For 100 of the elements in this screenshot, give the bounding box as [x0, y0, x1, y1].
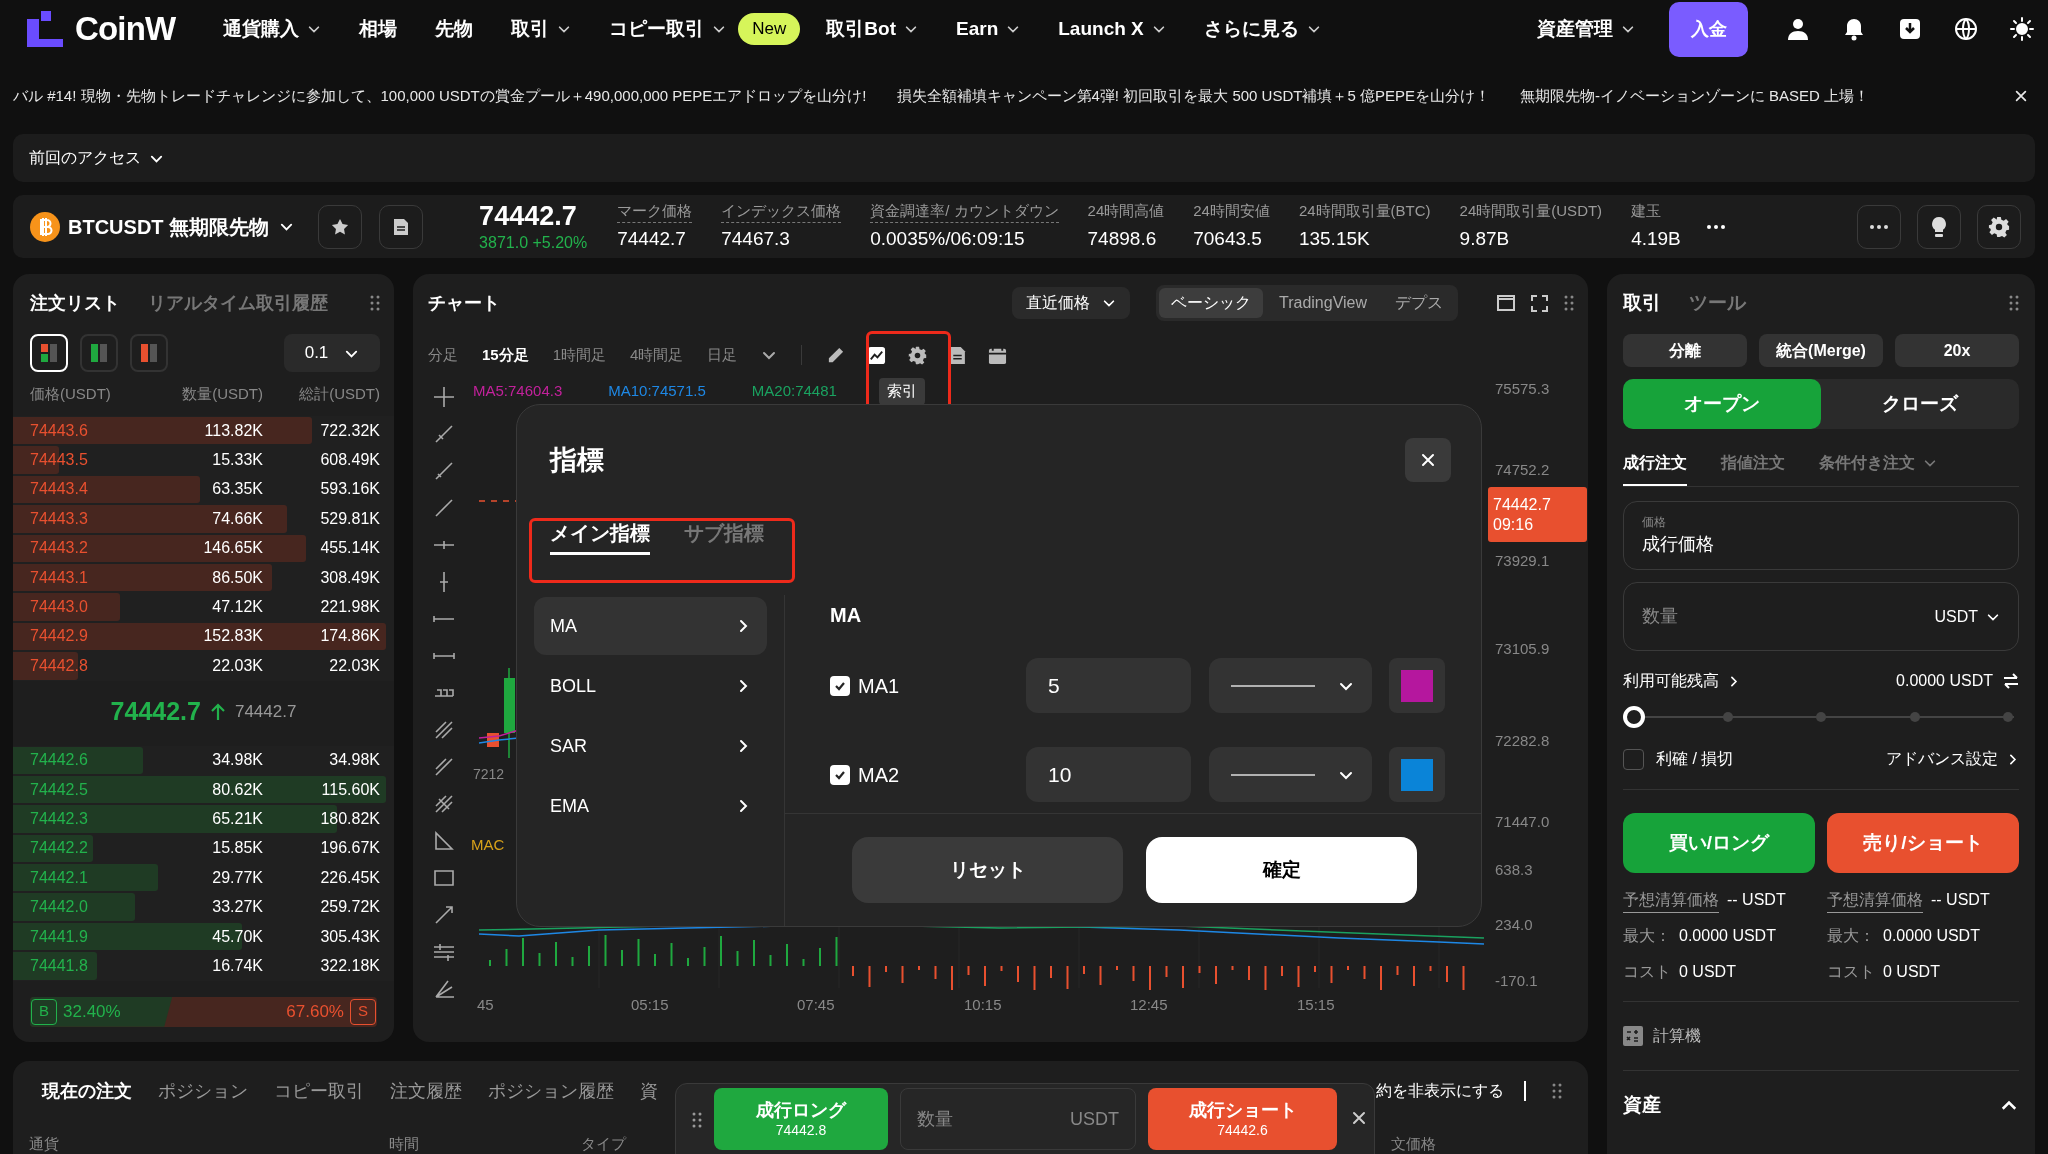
- indicator-item[interactable]: EMA: [534, 777, 767, 835]
- side-tab[interactable]: クローズ: [1821, 379, 2019, 429]
- chart-view-tab[interactable]: TradingView: [1267, 288, 1380, 318]
- quantity-cell-text: 113.82K: [203, 420, 263, 441]
- balance-link[interactable]: 利用可能残高: [1623, 669, 1740, 693]
- panel-tab[interactable]: 取引: [1623, 288, 1661, 318]
- y-axis-label: 73929.1: [1495, 551, 1550, 571]
- stat-label: 24時間取引量(USDT): [1459, 200, 1603, 221]
- period-input[interactable]: 5: [1026, 658, 1191, 713]
- price-cell[interactable]: 74443.5: [13, 448, 153, 473]
- indicator-item[interactable]: SAR: [534, 717, 767, 775]
- quantity-cell-text: 146.65K: [202, 538, 263, 559]
- reset-button[interactable]: リセット: [852, 837, 1123, 903]
- stat-label[interactable]: インデックス価格: [721, 199, 842, 223]
- quantity-field[interactable]: 数量 USDT: [1623, 582, 2019, 651]
- orders-tab[interactable]: 注文履歴: [390, 1077, 462, 1105]
- orders-tab[interactable]: 現在の注文: [42, 1077, 132, 1105]
- column-header: 価格(USDT): [29, 383, 112, 404]
- indicator-item[interactable]: BOLL: [534, 657, 767, 715]
- hide-other-label[interactable]: 約を非表示にする: [1376, 1079, 1504, 1103]
- price-cell[interactable]: 74441.9: [13, 924, 153, 949]
- nav-link[interactable]: 通貨購入: [211, 14, 334, 44]
- price-cell[interactable]: 74442.0: [13, 895, 153, 920]
- nav-link[interactable]: Earn: [944, 14, 1033, 44]
- quantity-field[interactable]: 数量 USDT: [900, 1088, 1136, 1150]
- orders-tab[interactable]: コピー取引: [274, 1077, 364, 1105]
- nav-link[interactable]: Launch X: [1046, 14, 1178, 44]
- stat-label: 24時間安値: [1193, 200, 1270, 221]
- interval-tab[interactable]: 15分足: [482, 343, 529, 367]
- quantity-cell-text: 74.66K: [211, 508, 263, 529]
- recent-access-bar[interactable]: 前回のアクセス: [13, 134, 2035, 182]
- nav-link[interactable]: 資産管理: [1537, 14, 1635, 44]
- sell-ratio: 67.60%: [286, 1000, 344, 1023]
- calculator-link[interactable]: 計算機: [1653, 1024, 1701, 1048]
- price-cell[interactable]: 74442.2: [13, 836, 153, 861]
- nav-link[interactable]: 先物: [423, 14, 486, 44]
- interval-tab[interactable]: 4時間足: [630, 343, 684, 367]
- symbol-selector[interactable]: BTCUSDT 無期限先物: [68, 211, 295, 242]
- logo-text[interactable]: CoinW: [75, 4, 176, 54]
- price-cell[interactable]: 74443.3: [13, 506, 153, 531]
- interval-tab[interactable]: 分足: [428, 343, 458, 367]
- margin-mode-button[interactable]: 統合(Merge): [1759, 334, 1883, 367]
- deposit-button[interactable]: 入金: [1669, 1, 1748, 57]
- price-cell[interactable]: 74441.8: [13, 953, 153, 978]
- tp-sl-label: 利確 / 損切: [1656, 749, 1734, 769]
- period-input[interactable]: 10: [1026, 747, 1191, 802]
- stat-label[interactable]: 資金調達率/ カウントダウン: [870, 199, 1059, 223]
- nav-link[interactable]: 取引Bot: [814, 14, 930, 44]
- panel-tab[interactable]: ツール: [1689, 288, 1746, 318]
- price-cell[interactable]: 74443.1: [13, 565, 153, 590]
- sell-short-button[interactable]: 売り/ショート: [1827, 813, 2019, 873]
- chart-view-tab[interactable]: ベーシック: [1159, 288, 1263, 318]
- price-field[interactable]: 価格 成行価格: [1623, 501, 2019, 570]
- announcement-link[interactable]: バル #14! 現物・先物トレードチャレンジに参加して、100,000 USDTの賞金プール＋490,000,000 PEPEエアドロップを山分け!: [13, 84, 867, 108]
- order-type-tab[interactable]: 条件付き注文: [1819, 441, 1937, 486]
- precision-dropdown[interactable]: 0.1: [284, 334, 380, 372]
- indicator-tab[interactable]: メイン指標: [550, 518, 650, 555]
- nav-link[interactable]: コピー取引: [597, 14, 739, 44]
- orders-tab[interactable]: ポジション: [158, 1077, 248, 1105]
- total-cell-text: 455.14K: [319, 538, 380, 559]
- price-cell[interactable]: 74443.6: [13, 418, 153, 443]
- announcement-link[interactable]: 無期限先物-イノベーションゾーンに BASED 上場！: [1519, 84, 1870, 108]
- price-cell[interactable]: 74442.8: [13, 653, 153, 678]
- indicator-item[interactable]: MA: [534, 597, 767, 655]
- market-short-button[interactable]: 成行ショート 74442.6: [1148, 1088, 1337, 1150]
- confirm-button[interactable]: 確定: [1146, 837, 1417, 903]
- price-cell[interactable]: 74442.9: [13, 624, 153, 649]
- order-type-tab[interactable]: 成行注文: [1623, 441, 1687, 486]
- total-cell-text: 305.43K: [319, 926, 380, 947]
- price-cell[interactable]: 74443.4: [13, 477, 153, 502]
- nav-link[interactable]: 相場: [347, 14, 410, 44]
- chart-view-tab[interactable]: デプス: [1383, 288, 1456, 318]
- orders-tab[interactable]: 資: [640, 1077, 658, 1105]
- stat-value: 9.87B: [1459, 227, 1511, 251]
- total-cell-text: 322.18K: [319, 955, 380, 976]
- advanced-settings-link[interactable]: アドバンス設定: [1886, 747, 2019, 771]
- price-cell[interactable]: 74443.0: [13, 595, 153, 620]
- orders-tab[interactable]: ポジション履歴: [488, 1077, 614, 1105]
- price-tag-time: 09:16: [1493, 514, 1535, 535]
- stat-label[interactable]: マーク価格: [617, 199, 693, 223]
- panel-tab[interactable]: リアルタイム取引履歴: [148, 289, 328, 317]
- order-type-tab[interactable]: 指値注文: [1721, 441, 1785, 486]
- interval-tab[interactable]: 1時間足: [552, 343, 607, 367]
- buy-ratio: 32.40%: [63, 1000, 121, 1023]
- price-cell[interactable]: 74442.3: [13, 807, 153, 831]
- recent-access-label[interactable]: 前回のアクセス: [29, 146, 141, 170]
- margin-mode-button[interactable]: 分離: [1623, 334, 1747, 367]
- interval-tab[interactable]: 日足: [707, 343, 738, 367]
- price-cell[interactable]: 74442.6: [13, 748, 153, 773]
- nav-link[interactable]: さらに見る: [1191, 14, 1333, 44]
- nav-link[interactable]: 取引: [499, 14, 584, 44]
- price-type-dropdown[interactable]: 直近価格: [1012, 287, 1130, 319]
- price-cell[interactable]: 74443.2: [13, 536, 153, 561]
- unit-dropdown[interactable]: USDT: [1934, 604, 2000, 629]
- price-cell[interactable]: 74442.5: [13, 777, 153, 802]
- price-cell[interactable]: 74442.1: [13, 865, 153, 890]
- panel-tab[interactable]: 注文リスト: [30, 289, 120, 317]
- margin-mode-button[interactable]: 20x: [1895, 334, 2019, 367]
- dialog-title: 指標: [550, 443, 604, 477]
- announcement-link[interactable]: 損失全額補填キャンペーン第4弾! 初回取引を最大 500 USDT補填＋5 億PEPEを山分け！: [896, 84, 1490, 108]
